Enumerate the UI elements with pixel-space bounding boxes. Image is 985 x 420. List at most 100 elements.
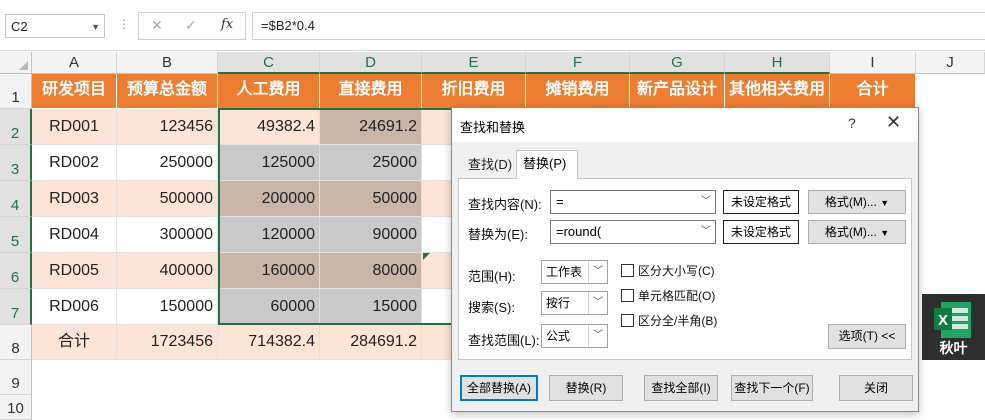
- find-input[interactable]: = ﹀: [550, 190, 716, 214]
- lookin-select[interactable]: 公式 ﹀: [541, 324, 608, 348]
- chevron-down-icon: ﹀: [588, 292, 607, 314]
- header-cell[interactable]: 摊销费用: [526, 74, 630, 109]
- table-cell[interactable]: RD006: [32, 289, 117, 325]
- column-header[interactable]: J: [916, 52, 985, 74]
- chevron-down-icon[interactable]: ﹀: [697, 191, 715, 213]
- header-cell[interactable]: 折旧费用: [422, 74, 526, 109]
- row-header[interactable]: 8: [0, 325, 32, 360]
- column-header[interactable]: G: [630, 52, 725, 74]
- lookin-label: 查找范围(L):: [468, 333, 540, 348]
- row-number: 2: [10, 125, 20, 142]
- header-cell[interactable]: 直接费用: [320, 74, 422, 109]
- match-cell-label: 单元格匹配(O): [638, 289, 716, 303]
- name-box[interactable]: C2 ▼: [5, 14, 105, 38]
- header-cell[interactable]: 研发项目: [32, 74, 117, 109]
- replace-button[interactable]: 替换(R): [549, 375, 623, 401]
- chevron-down-icon: ﹀: [588, 261, 607, 283]
- header-cell[interactable]: 其他相关费用: [725, 74, 830, 109]
- find-input-value: =: [556, 194, 564, 209]
- total-cell[interactable]: 1723456: [117, 325, 218, 360]
- replace-panel: 查找内容(N): = ﹀ 未设定格式 格式(M)... ▼ 替换为(E): =ro…: [458, 178, 912, 360]
- table-cell[interactable]: 300000: [117, 217, 218, 253]
- close-button[interactable]: 关闭: [839, 375, 913, 401]
- row-header[interactable]: 6: [0, 253, 32, 289]
- row-header[interactable]: 7: [0, 289, 32, 325]
- replace-input[interactable]: =round( ﹀: [550, 220, 716, 244]
- column-header[interactable]: I: [830, 52, 916, 74]
- match-cell-checkbox[interactable]: [621, 289, 634, 302]
- find-format-label: 格式(M)...: [824, 195, 877, 209]
- table-cell[interactable]: RD005: [32, 253, 117, 289]
- column-header[interactable]: B: [117, 52, 218, 74]
- total-cell[interactable]: 284691.2: [320, 325, 422, 360]
- find-next-button[interactable]: 查找下一个(F): [731, 375, 813, 401]
- column-header[interactable]: E: [422, 52, 526, 74]
- dropdown-arrow-icon: ▼: [880, 228, 890, 238]
- row-number: 10: [7, 400, 24, 417]
- lookin-value: 公式: [546, 329, 571, 343]
- row-number: 1: [11, 89, 20, 106]
- row-number: 7: [10, 305, 20, 322]
- column-header[interactable]: F: [526, 52, 630, 74]
- insert-function-icon[interactable]: fx: [221, 17, 233, 32]
- header-cell[interactable]: 预算总金额: [117, 74, 218, 109]
- total-cell[interactable]: 合计: [32, 325, 117, 360]
- header-cell[interactable]: 新产品设计: [630, 74, 725, 109]
- find-format-button[interactable]: 格式(M)... ▼: [808, 190, 906, 214]
- formula-input[interactable]: =$B2*0.4: [252, 12, 985, 40]
- table-cell[interactable]: RD002: [32, 145, 117, 181]
- table-cell[interactable]: RD004: [32, 217, 117, 253]
- find-replace-dialog: 查找和替换 ? ✕ 查找(D) 替换(P) 查找内容(N): = ﹀ 未设定格式 …: [451, 107, 919, 412]
- table-cell[interactable]: 400000: [117, 253, 218, 289]
- table-cell[interactable]: RD001: [32, 109, 117, 145]
- row-header[interactable]: 2: [0, 109, 32, 145]
- row-number: 4: [10, 197, 20, 214]
- svg-text:X: X: [938, 312, 948, 329]
- tab-find[interactable]: 查找(D): [462, 152, 518, 178]
- table-cell[interactable]: 123456: [117, 109, 218, 145]
- formula-bar-grip-icon: ⋮: [118, 17, 130, 31]
- match-case-checkbox[interactable]: [621, 264, 634, 277]
- table-cell[interactable]: 150000: [117, 289, 218, 325]
- row-header[interactable]: 1: [0, 74, 32, 109]
- match-width-checkbox[interactable]: [621, 314, 634, 327]
- column-header[interactable]: A: [32, 52, 117, 74]
- chevron-down-icon[interactable]: ﹀: [697, 221, 715, 243]
- select-all-corner[interactable]: [0, 52, 32, 74]
- tab-replace[interactable]: 替换(P): [516, 150, 578, 179]
- header-cell[interactable]: 人工费用: [218, 74, 320, 109]
- chevron-down-icon[interactable]: ▼: [91, 15, 100, 39]
- replace-format-button[interactable]: 格式(M)... ▼: [808, 220, 906, 244]
- cancel-icon[interactable]: ✕: [151, 17, 163, 34]
- table-cell[interactable]: 250000: [117, 145, 218, 181]
- row-header[interactable]: 10: [0, 395, 32, 420]
- search-value: 按行: [546, 296, 571, 310]
- replace-all-button[interactable]: 全部替换(A): [460, 375, 538, 401]
- enter-icon[interactable]: ✓: [185, 17, 197, 34]
- row-header[interactable]: 5: [0, 217, 32, 253]
- total-cell[interactable]: 714382.4: [218, 325, 320, 360]
- search-select[interactable]: 按行 ﹀: [541, 291, 608, 315]
- replace-input-value: =round(: [556, 224, 602, 239]
- formula-bar: C2 ▼ ⋮ ✕ ✓ fx =$B2*0.4: [0, 0, 985, 51]
- row-header[interactable]: 4: [0, 181, 32, 217]
- close-icon[interactable]: ✕: [886, 112, 901, 133]
- header-cell[interactable]: 合计: [830, 74, 916, 109]
- help-icon[interactable]: ?: [848, 115, 856, 131]
- row-number: 3: [10, 161, 20, 178]
- find-all-button[interactable]: 查找全部(I): [644, 375, 718, 401]
- table-cell[interactable]: 500000: [117, 181, 218, 217]
- row-number: 9: [11, 375, 20, 392]
- row-header[interactable]: 9: [0, 360, 32, 395]
- replace-format-preview: 未设定格式: [723, 220, 799, 244]
- qiuye-logo: X 秋叶: [922, 294, 985, 360]
- table-cell[interactable]: RD003: [32, 181, 117, 217]
- column-header[interactable]: D: [320, 52, 422, 74]
- column-header[interactable]: C: [218, 52, 320, 74]
- scope-select[interactable]: 工作表 ﹀: [541, 260, 608, 284]
- formula-buttons: ✕ ✓ fx: [138, 12, 246, 40]
- row-header[interactable]: 3: [0, 145, 32, 181]
- column-header[interactable]: H: [725, 52, 830, 74]
- options-button[interactable]: 选项(T) <<: [828, 324, 906, 349]
- chevron-down-icon: ﹀: [588, 325, 607, 347]
